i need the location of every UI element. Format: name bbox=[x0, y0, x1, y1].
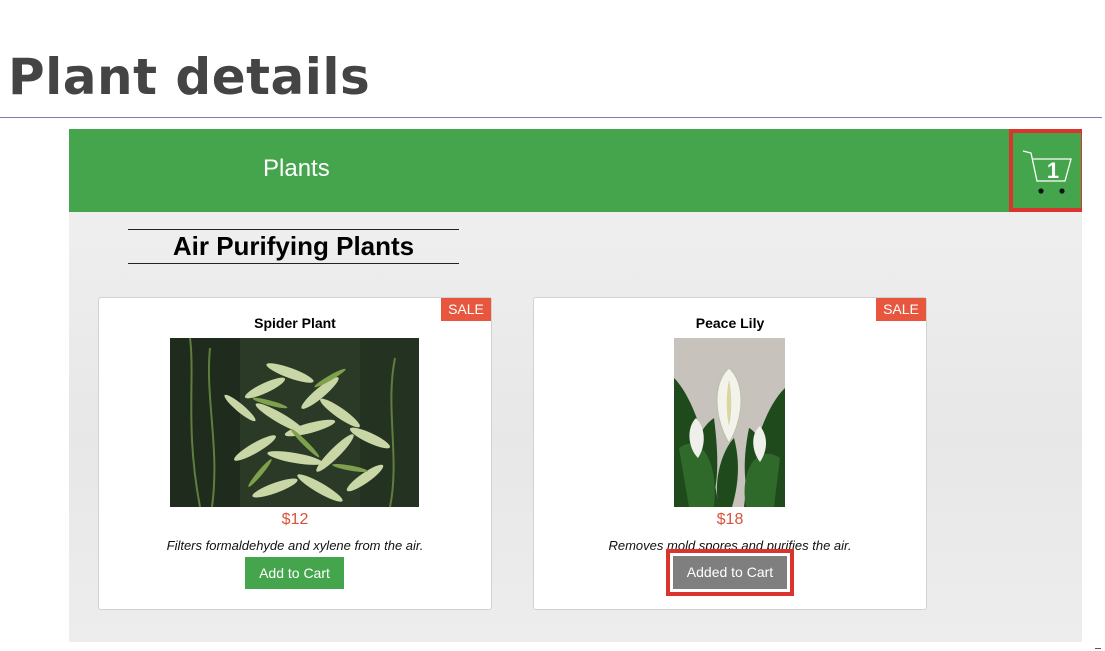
corner-mark bbox=[1095, 648, 1101, 649]
product-name: Spider Plant bbox=[254, 315, 336, 331]
plant-store-app: Plants 1 Air Purifying Plants SALE Spide… bbox=[69, 129, 1082, 642]
product-price: $18 bbox=[716, 511, 744, 528]
cart-button[interactable]: 1 bbox=[1009, 129, 1082, 212]
header-title[interactable]: Plants bbox=[263, 155, 330, 183]
peace-lily-image bbox=[674, 338, 785, 507]
product-description: Filters formaldehyde and xylene from the… bbox=[166, 538, 424, 553]
spider-plant-image bbox=[170, 338, 419, 507]
added-to-cart-highlight: Added to Cart bbox=[666, 549, 794, 596]
product-card-peace-lily: SALE Peace Lily $18 Removes mold spores … bbox=[533, 297, 927, 610]
slide-title: Plant details bbox=[8, 48, 371, 106]
product-card-spider-plant: SALE Spider Plant $12 Filters formaldehy… bbox=[98, 297, 492, 610]
cart-count-badge: 1 bbox=[1046, 158, 1060, 183]
product-name: Peace Lily bbox=[695, 315, 765, 331]
section-heading: Air Purifying Plants bbox=[128, 229, 459, 264]
product-price: $12 bbox=[281, 511, 309, 528]
add-to-cart-button[interactable]: Add to Cart bbox=[245, 557, 344, 589]
app-header: Plants 1 bbox=[69, 129, 1082, 212]
title-divider bbox=[0, 117, 1102, 118]
added-to-cart-button[interactable]: Added to Cart bbox=[673, 556, 787, 589]
